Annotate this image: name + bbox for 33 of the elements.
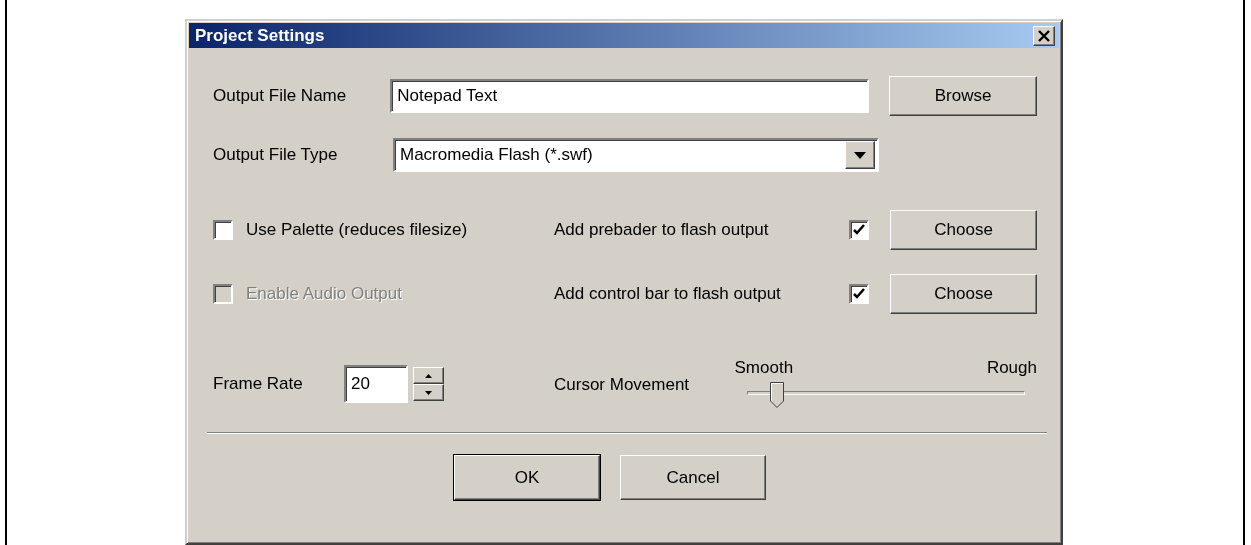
checkbox[interactable] [849, 220, 870, 240]
file-type-dropdown[interactable]: Macromedia Flash (*.swf) [393, 138, 879, 172]
caret-icon [854, 151, 866, 159]
slider-max-label: Rough [986, 358, 1037, 378]
slider-min-label: Smooth [734, 358, 794, 378]
ok-button[interactable]: OK [454, 455, 600, 500]
field-label: Output File Type [213, 145, 339, 165]
spin-down-button[interactable] [413, 384, 444, 401]
file-name-field[interactable]: Notepad Text [390, 79, 870, 113]
window-title: Project Settings [195, 25, 325, 46]
checkbox[interactable] [213, 220, 233, 240]
spin-up-button[interactable] [413, 367, 444, 384]
checkbox-label: Use Palette (reduces filesize) [246, 220, 468, 240]
cancel-button[interactable]: Cancel [620, 455, 766, 500]
choose-button[interactable]: Choose [890, 274, 1037, 314]
frame-rate-field[interactable]: 20 [344, 365, 408, 403]
close-button[interactable] [1033, 25, 1055, 46]
close-icon [1037, 29, 1051, 42]
checkbox-label: Add prebader to flash output [554, 220, 770, 240]
checkbox[interactable] [849, 284, 870, 304]
field-label: Output File Name [213, 86, 348, 106]
slider-thumb[interactable] [770, 382, 785, 408]
check-icon [852, 223, 867, 237]
up-arrow-icon [425, 373, 432, 378]
slider-label: Cursor Movement [554, 375, 691, 395]
choose-button[interactable]: Choose [890, 210, 1037, 250]
browse-button[interactable]: Browse [889, 76, 1037, 116]
field-label: Frame Rate [213, 374, 304, 394]
dropdown-arrow-button[interactable] [845, 141, 875, 169]
down-arrow-icon [425, 390, 432, 395]
checkbox-label: Add control bar to flash output [554, 284, 782, 304]
checkbox-label: Enable Audio Output [246, 284, 402, 304]
check-icon [852, 287, 867, 301]
